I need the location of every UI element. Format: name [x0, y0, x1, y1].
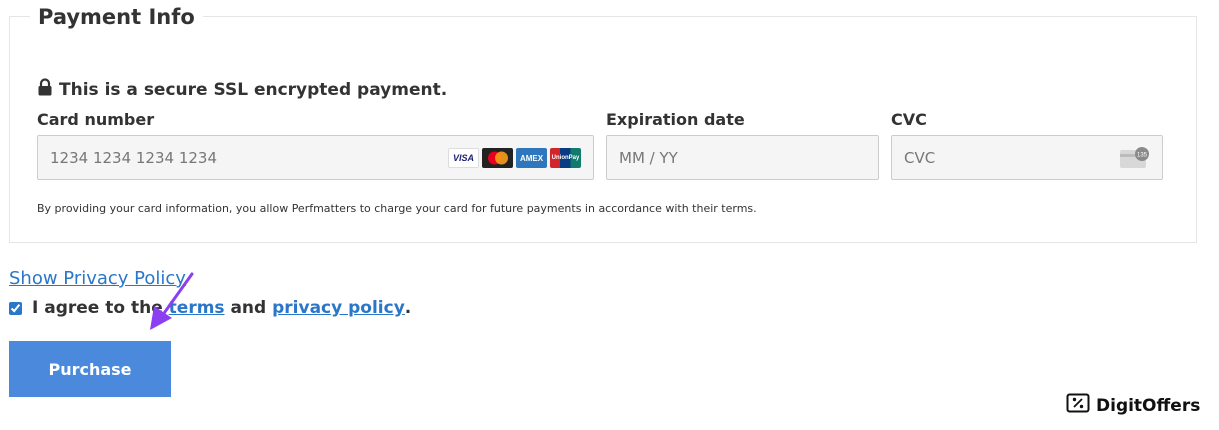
expiration-label: Expiration date	[606, 110, 745, 129]
cvc-field[interactable]: 135	[891, 135, 1163, 180]
agree-checkbox[interactable]	[9, 301, 22, 315]
discount-tag-icon	[1066, 393, 1090, 418]
expiration-field[interactable]	[606, 135, 879, 180]
amex-icon: AMEX	[516, 148, 547, 168]
lock-icon	[37, 78, 53, 101]
cvc-card-icon: 135	[1120, 147, 1150, 173]
card-number-field[interactable]: VISA AMEX UnionPay	[37, 135, 594, 180]
expiration-input[interactable]	[607, 136, 878, 179]
cvc-icon-number: 135	[1137, 153, 1148, 159]
watermark: DigitOffers	[1066, 393, 1200, 418]
privacy-policy-link[interactable]: privacy policy	[272, 298, 405, 318]
secure-notice: This is a secure SSL encrypted payment.	[37, 78, 447, 101]
agreement-suffix: .	[404, 298, 412, 318]
authorization-notice: By providing your card information, you …	[37, 202, 757, 215]
section-title: Payment Info	[30, 3, 203, 31]
mastercard-icon	[482, 148, 513, 168]
secure-notice-text: This is a secure SSL encrypted payment.	[59, 79, 448, 100]
purchase-button[interactable]: Purchase	[9, 341, 171, 397]
unionpay-icon: UnionPay	[550, 148, 581, 168]
pointer-arrow-icon	[150, 272, 194, 330]
agreement-middle: and	[224, 298, 273, 318]
agreement-row: I agree to the terms and privacy policy …	[9, 298, 411, 318]
cvc-label: CVC	[891, 110, 927, 129]
watermark-text: DigitOffers	[1096, 395, 1201, 416]
card-number-label: Card number	[37, 110, 155, 129]
visa-icon: VISA	[448, 148, 479, 168]
card-brands: VISA AMEX UnionPay	[448, 148, 581, 168]
